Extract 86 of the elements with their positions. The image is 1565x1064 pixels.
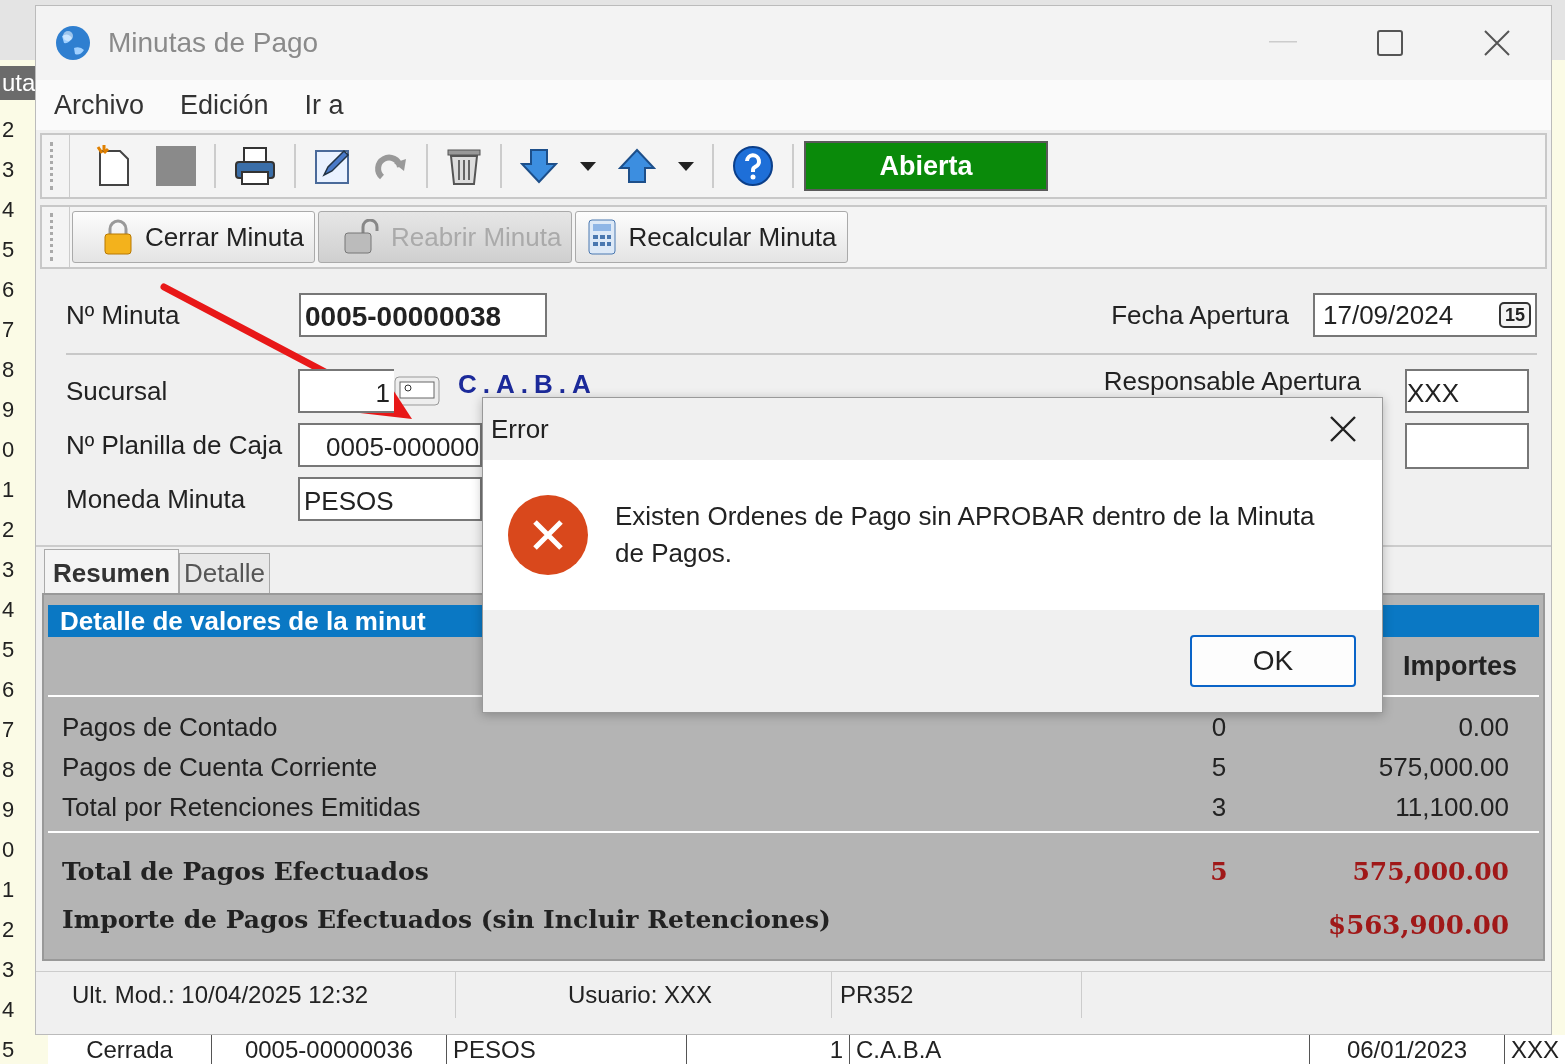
table-cell-text: 575,000.00 [1351, 856, 1510, 886]
padlock-icon [103, 219, 133, 255]
row-number: 3 [2, 156, 16, 184]
help-icon[interactable] [732, 145, 774, 187]
table-cell-text: 11,100.00 [1394, 791, 1510, 823]
row-number: 4 [2, 996, 16, 1024]
tab[interactable]: Resumen [44, 549, 180, 593]
row-number: 4 [2, 196, 16, 224]
row-number: 6 [2, 676, 16, 704]
row-number: 2 [2, 516, 16, 544]
status-text: Ult. Mod.: 10/04/2025 12:32 [36, 972, 456, 1018]
globe-icon [54, 24, 92, 62]
branch-name: C.A.B.A [458, 368, 597, 400]
calculator-icon [588, 219, 617, 255]
row-number: 9 [2, 396, 16, 424]
arrow-up-icon[interactable] [618, 148, 656, 184]
row-number: 5 [2, 636, 16, 664]
input-field[interactable]: XXX [1405, 369, 1529, 413]
row-number: 3 [2, 956, 16, 984]
error-icon [507, 494, 589, 576]
dialog-title: Error [491, 413, 549, 445]
trash-icon[interactable] [446, 146, 482, 186]
maximize-icon[interactable] [1377, 30, 1403, 56]
table-cell-text: $563,900.00 [1327, 910, 1510, 940]
row-number: 4 [2, 596, 16, 624]
row-number: 7 [2, 316, 16, 344]
row-number: 6 [2, 276, 16, 304]
table-cell-text: 5 [1210, 751, 1228, 783]
status-text: PR352 [832, 972, 1082, 1018]
window-title: Minutas de Pago [108, 27, 319, 59]
input-field[interactable]: 0005-000000 [298, 423, 482, 467]
row-number: 5 [2, 1036, 16, 1064]
arrow-down-icon[interactable] [520, 148, 558, 184]
row-number: 1 [2, 476, 16, 504]
table-cell-text: Total de Pagos Efectuados [62, 856, 430, 886]
row-number: 5 [2, 236, 16, 264]
table-cell-text: XXX [1510, 1035, 1560, 1064]
menu-item[interactable]: Edición [180, 89, 269, 121]
row-number: 8 [2, 756, 16, 784]
status-badge: Abierta [804, 141, 1048, 191]
table-cell-text: Total por Retenciones Emitidas [62, 791, 422, 823]
column-header: Importes [1402, 650, 1517, 682]
row-number: 9 [2, 796, 16, 824]
row-number: 3 [2, 556, 16, 584]
table-cell-text: 0.00 [1457, 711, 1510, 743]
table-cell-text: Pagos de Cuenta Corriente [62, 751, 379, 783]
row-number: 0 [2, 436, 16, 464]
caret-icon[interactable] [678, 161, 694, 171]
row-number: 7 [2, 716, 16, 744]
table-cell-text: 5 [1209, 856, 1229, 886]
menu-item[interactable]: Archivo [54, 89, 145, 121]
row-number: 8 [2, 356, 16, 384]
date-field[interactable]: 17/09/2024 15 [1313, 293, 1537, 337]
input-field[interactable]: 0005-00000038 [299, 293, 547, 337]
action-button[interactable]: Cerrar Minuta [72, 211, 315, 263]
row-number: 0 [2, 836, 16, 864]
status-text: Usuario: XXX [456, 972, 832, 1018]
action-button[interactable]: Recalcular Minuta [575, 211, 848, 263]
calendar-button[interactable]: 15 [1498, 302, 1531, 328]
field-label: Nº Planilla de Caja [66, 429, 284, 461]
input-field[interactable] [1405, 423, 1529, 469]
ok-button[interactable]: OK [1190, 635, 1356, 687]
field-label: Sucursal [66, 375, 169, 407]
table-cell-text: 3 [1210, 791, 1228, 823]
table-cell-text: 575,000.00 [1377, 751, 1510, 783]
table-cell-text: Pagos de Contado [62, 711, 279, 743]
input-field[interactable]: 1 [298, 369, 394, 413]
caret-icon[interactable] [580, 161, 596, 171]
field-label: Nº Minuta [66, 299, 181, 331]
input-field[interactable]: PESOS [298, 477, 482, 521]
close-icon[interactable] [1330, 416, 1356, 442]
row-number: 2 [2, 116, 16, 144]
tab[interactable]: Detalle [179, 553, 270, 593]
edit-icon[interactable] [314, 147, 352, 185]
field-label: Responsable Apertura [1103, 365, 1361, 397]
open-padlock-icon [342, 219, 379, 255]
dialog-message: Existen Ordenes de Pago sin APROBAR dentro de la Minuta de Pagos. [615, 500, 1315, 570]
row-number: 1 [2, 876, 16, 904]
row-number: 2 [2, 916, 16, 944]
printer-icon[interactable] [234, 146, 276, 186]
menu-item[interactable]: Ir a [304, 89, 344, 121]
table-cell-text: Importe de Pagos Efectuados (sin Incluir Retenciones) [62, 904, 832, 934]
table-cell-text: 0 [1210, 711, 1228, 743]
close-icon[interactable] [1483, 29, 1511, 57]
field-label: Fecha Apertura [1111, 299, 1289, 331]
field-label: Moneda Minuta [66, 483, 247, 515]
